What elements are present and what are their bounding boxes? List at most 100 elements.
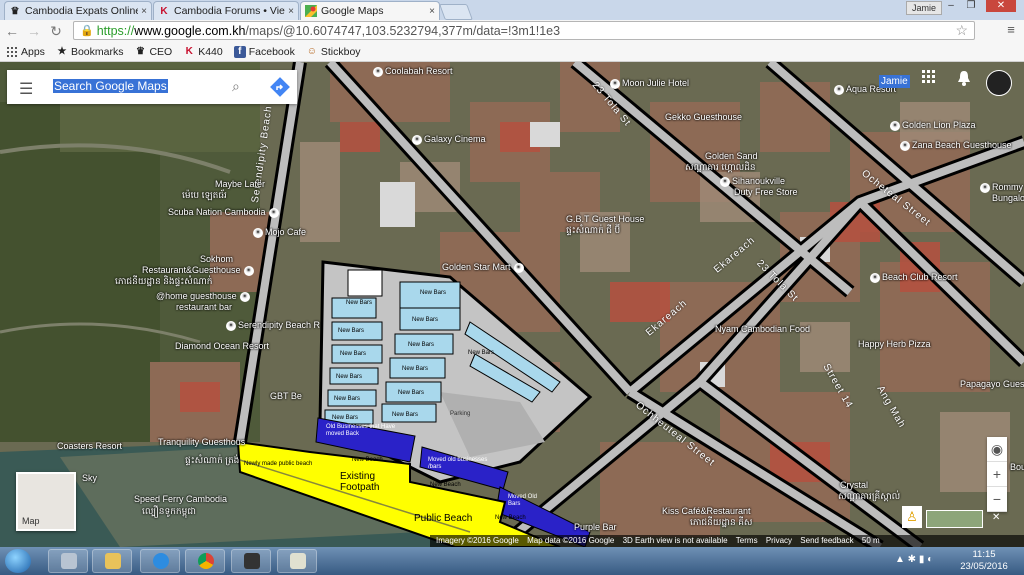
place-tranquility-km: ផ្ទះសំណាក់ ត្រង់ — [185, 455, 239, 466]
place-scuba-nation[interactable]: Scuba Nation Cambodia ▪ — [168, 207, 281, 218]
place-crystal-km: សណ្ឋាគារគ្រីស្តាល់ — [838, 491, 900, 502]
bookmark-bookmarks[interactable]: ★ Bookmarks — [56, 46, 123, 58]
forward-button[interactable]: → — [25, 22, 43, 40]
bookmark-apps[interactable]: Apps — [6, 46, 45, 58]
place-speed-ferry[interactable]: Speed Ferry Cambodia — [134, 494, 227, 505]
browser-toolbar: ← → ↻ 🔒 https:// www.google.com.kh /maps… — [0, 20, 1024, 42]
profile-badge[interactable]: Jamie — [906, 1, 943, 15]
avatar[interactable] — [986, 70, 1012, 96]
tab-cambodia-expats[interactable]: ♛ Cambodia Expats Online × — [4, 1, 152, 20]
my-location-icon[interactable]: ◉ — [987, 437, 1007, 462]
place-gbt-beach[interactable]: GBT Be — [270, 391, 302, 402]
close-tab-icon[interactable]: × — [429, 6, 435, 17]
windows-taskbar: ▲ ✱ ▮ ◐ 11:15 23/05/2016 — [0, 547, 1024, 575]
place-kiss-cafe[interactable]: Kiss Café&Restaurant — [662, 506, 751, 517]
hotel-pin-icon: ▪ — [610, 78, 620, 89]
place-zana[interactable]: ▪ Zana Beach Guesthouse — [900, 140, 1012, 151]
place-serendipity-beach[interactable]: ▪ Serendipity Beach R — [226, 320, 320, 331]
pegman-icon[interactable]: ♙ — [902, 506, 922, 528]
new-tab-button[interactable] — [439, 4, 473, 20]
k-logo-icon: K — [185, 46, 193, 57]
taskbar-app[interactable] — [231, 549, 271, 573]
place-sky[interactable]: Sky — [82, 473, 97, 484]
close-tab-icon[interactable]: × — [141, 6, 147, 17]
bookmark-k440[interactable]: K K440 — [183, 46, 223, 58]
place-golden-sand-km: សណ្ឋាគារ ហ្គោលដិន — [685, 162, 756, 173]
back-button[interactable]: ← — [3, 22, 21, 40]
taskbar-explorer[interactable] — [92, 549, 132, 573]
hotel-pin-icon: ▪ — [226, 320, 236, 331]
place-happy-herb[interactable]: Happy Herb Pizza — [858, 339, 931, 350]
overlay-new-bars-label: New Bars — [468, 350, 495, 356]
place-home-guesthouse[interactable]: @home guesthouse ▪ — [156, 291, 252, 302]
zoom-out-button[interactable]: − — [987, 487, 1007, 512]
overlay-existing-footpath-label: Existing Footpath — [340, 471, 380, 493]
bookmark-facebook[interactable]: f Facebook — [233, 45, 295, 58]
search-icon[interactable]: ⌕ — [232, 78, 240, 95]
apps-grid-icon[interactable] — [922, 70, 936, 84]
hotel-pin-icon: ▪ — [900, 140, 910, 151]
place-beach-club[interactable]: ▪ Beach Club Resort — [870, 272, 958, 283]
place-golden-lion[interactable]: ▪ Golden Lion Plaza — [890, 120, 976, 131]
privacy-link[interactable]: Privacy — [766, 536, 792, 545]
place-golden-sand[interactable]: Golden Sand — [705, 151, 758, 162]
terms-link[interactable]: Terms — [736, 536, 758, 545]
place-galaxy-cinema[interactable]: ▪ Galaxy Cinema — [412, 134, 486, 145]
restore-button[interactable]: ❐ — [962, 0, 980, 12]
address-bar[interactable]: 🔒 https:// www.google.com.kh /maps/@10.6… — [73, 21, 975, 40]
minimize-button[interactable]: – — [942, 0, 960, 12]
account-name[interactable]: Jamie — [879, 75, 910, 88]
place-name: Diamond Ocean Resort — [175, 341, 270, 351]
close-window-button[interactable]: ✕ — [986, 0, 1016, 12]
place-name-khmer: ភោជនីយដ្ឋាន និងផ្ទះសំណាក់ — [115, 276, 213, 286]
taskbar-ie[interactable] — [140, 549, 180, 573]
start-button[interactable] — [5, 549, 31, 573]
place-maybe-later[interactable]: Maybe Later — [215, 179, 265, 190]
place-tranquility[interactable]: Tranquility Guesthous — [158, 437, 245, 448]
place-papagayo[interactable]: Papagayo Guest — [960, 379, 1024, 390]
place-duty-free[interactable]: ▪ Sihanoukville — [720, 176, 785, 187]
taskbar-clock[interactable]: 11:15 23/05/2016 — [954, 549, 1014, 573]
place-golden-star[interactable]: Golden Star Mart ▪ — [442, 262, 526, 273]
bookmark-ceo[interactable]: ♛ CEO — [134, 46, 172, 58]
place-crystal[interactable]: Crystal — [840, 480, 868, 491]
place-name: Golden Star Mart — [442, 262, 511, 272]
notifications-bell-icon[interactable] — [957, 70, 971, 86]
place-name: restaurant bar — [176, 302, 233, 312]
system-tray[interactable]: ▲ ✱ ▮ ◐ — [895, 554, 933, 565]
send-feedback-link[interactable]: Send feedback — [800, 536, 853, 545]
place-sokhom[interactable]: Sokhom — [200, 254, 233, 265]
reload-button[interactable]: ↻ — [47, 22, 65, 40]
zoom-in-button[interactable]: + — [987, 462, 1007, 487]
directions-icon[interactable] — [270, 77, 290, 97]
place-bou[interactable]: Bou — [1010, 462, 1024, 473]
taskbar-calculator[interactable] — [48, 549, 88, 573]
hamburger-menu-icon[interactable]: ☰ — [19, 79, 33, 99]
chrome-menu-icon[interactable]: ≡ — [1003, 22, 1019, 37]
close-tab-icon[interactable]: × — [288, 6, 294, 17]
bookmark-stickboy[interactable]: ☺ Stickboy — [306, 46, 361, 58]
place-nyam[interactable]: Nyam Cambodian Food — [715, 324, 810, 335]
search-input[interactable]: Search Google Maps — [53, 79, 168, 93]
bookmark-star-icon[interactable]: ☆ — [955, 22, 968, 39]
place-coolabah[interactable]: ▪ Coolabah Resort — [373, 66, 453, 77]
tab-cambodia-forums[interactable]: K Cambodia Forums • View × — [153, 1, 299, 20]
place-diamond-ocean[interactable]: Diamond Ocean Resort — [175, 341, 269, 352]
clock-time: 11:15 — [972, 549, 996, 560]
bookmark-label: Apps — [21, 45, 45, 58]
map-canvas[interactable]: Serendipity Beach Rd 23 Tola St 23 Tola … — [0, 62, 1024, 547]
folder-icon — [105, 553, 121, 569]
place-rommy[interactable]: ▪ Rommy — [980, 182, 1023, 193]
place-mojo-cafe[interactable]: ▪ Mojo Cafe — [253, 227, 306, 238]
taskbar-chrome[interactable] — [185, 549, 225, 573]
close-strip-icon[interactable]: ✕ — [992, 512, 1000, 523]
place-gekko[interactable]: Gekko Guesthouse — [665, 112, 742, 123]
place-coasters[interactable]: Coasters Resort — [57, 441, 122, 452]
place-gbt-guest[interactable]: G.B.T Guest House — [566, 214, 644, 225]
map-view-toggle[interactable]: Map — [16, 472, 76, 531]
place-purple-bar[interactable]: Purple Bar — [574, 522, 617, 533]
tab-google-maps[interactable]: Google Maps × — [300, 1, 440, 20]
place-moon-julie[interactable]: ▪ Moon Julie Hotel — [610, 78, 689, 89]
imagery-thumbnails[interactable] — [926, 510, 983, 528]
taskbar-paint[interactable] — [277, 549, 317, 573]
